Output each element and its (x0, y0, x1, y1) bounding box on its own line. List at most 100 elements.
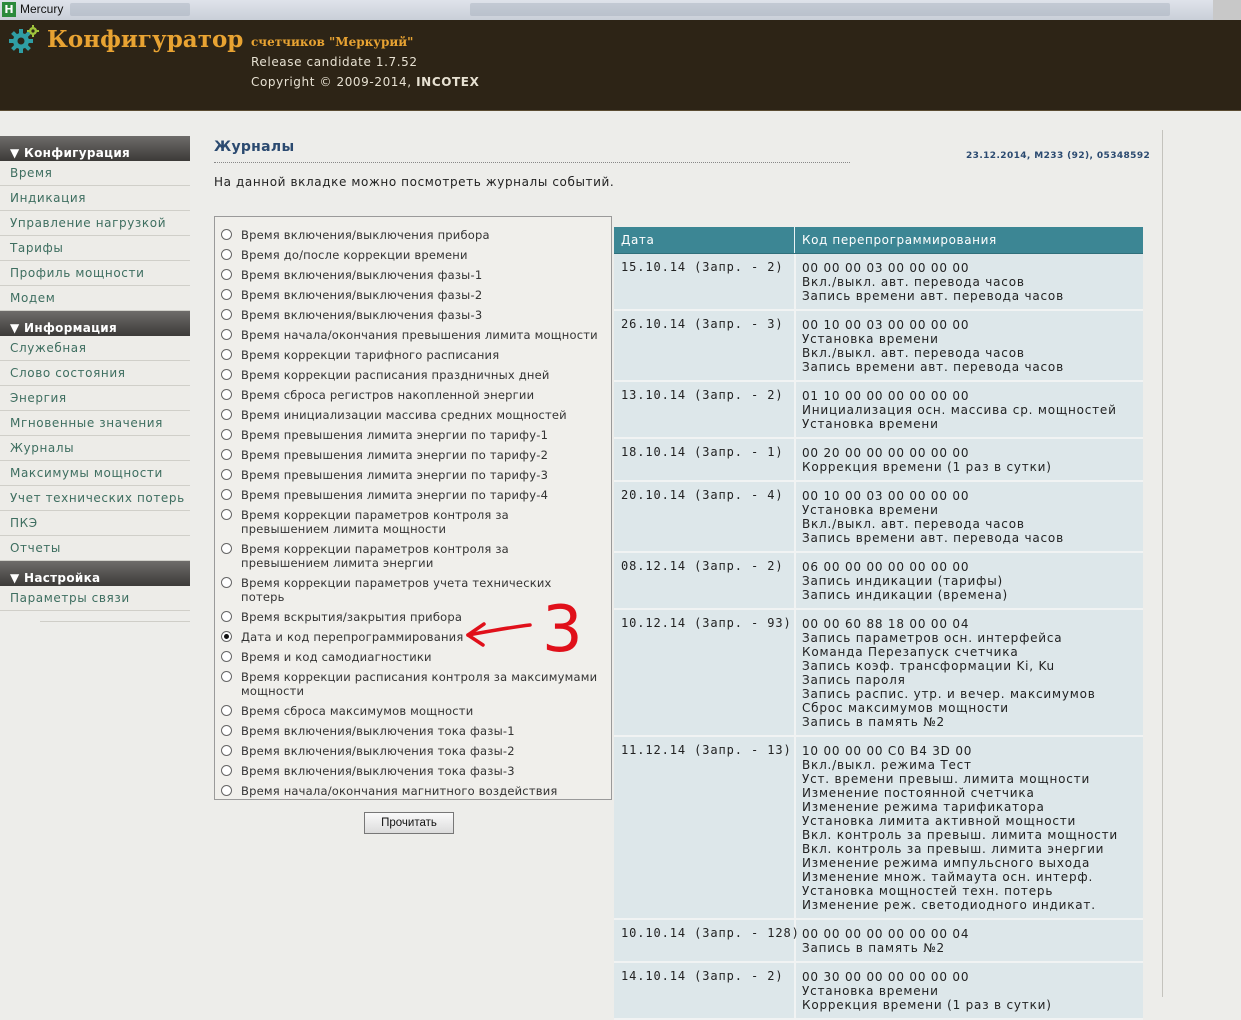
option-label: Время включения/выключения фазы-1 (241, 268, 483, 282)
app-subtitle: счетчиков "Меркурий" (251, 35, 414, 49)
sidebar-item-tariffs[interactable]: Тарифы (0, 236, 190, 261)
reprogramming-description: Изменение режима тарификатора (802, 800, 1045, 814)
sidebar: ▼ Конфигурация Время Индикация Управлени… (0, 136, 190, 622)
radio-button[interactable] (221, 765, 232, 776)
radio-button[interactable] (221, 509, 232, 520)
red-arrow-annotation: 3 (466, 593, 583, 658)
reprogramming-description: Сброс максимумов мощности (802, 701, 1009, 715)
sidebar-item-indication[interactable]: Индикация (0, 186, 190, 211)
reprogramming-description: Запись времени авт. перевода часов (802, 360, 1064, 374)
radio-button[interactable] (221, 409, 232, 420)
reprogramming-description: Запись пароля (802, 673, 906, 687)
sidebar-item-reports[interactable]: Отчеты (0, 536, 190, 561)
radio-button[interactable] (221, 611, 232, 622)
section-title: Конфигурация (24, 146, 131, 160)
row-codes: 00 10 00 03 00 00 00 00 Установка времени… (802, 482, 1143, 551)
radio-button[interactable] (221, 745, 232, 756)
sidebar-item-technical-losses[interactable]: Учет технических потерь (0, 486, 190, 511)
reprogramming-description: Коррекция времени (1 раз в сутки) (802, 460, 1052, 474)
reprogramming-description: Команда Перезапуск счетчика (802, 645, 1019, 659)
reprogramming-description: Вкл./выкл. авт. перевода часов (802, 346, 1025, 360)
radio-button[interactable] (221, 389, 232, 400)
sidebar-divider (40, 611, 190, 622)
radio-button[interactable] (221, 469, 232, 480)
sidebar-section-configuration[interactable]: ▼ Конфигурация (0, 136, 190, 161)
sidebar-item-instant-values[interactable]: Мгновенные значения (0, 411, 190, 436)
read-button[interactable]: Прочитать (364, 812, 454, 834)
row-codes: 06 00 00 00 00 00 00 00 Запись индикации … (802, 553, 1143, 608)
window-titlebar: H Mercury (0, 0, 1241, 21)
row-codes: 00 10 00 03 00 00 00 00 Установка времени… (802, 311, 1143, 380)
row-codes: 00 00 60 88 18 00 00 04 Запись параметров… (802, 610, 1143, 735)
sidebar-item-journals[interactable]: Журналы (0, 436, 190, 461)
radio-button[interactable] (221, 671, 232, 682)
table-body: 15.10.14 (Запр. - 2) 00 00 00 03 00 00 00… (614, 254, 1143, 1020)
reprogramming-description: Установка времени (802, 503, 939, 517)
section-title: Настройка (24, 571, 101, 585)
radio-button[interactable] (221, 229, 232, 240)
radio-button[interactable] (221, 249, 232, 260)
sidebar-section-settings[interactable]: ▼ Настройка (0, 561, 190, 586)
table-row: 26.10.14 (Запр. - 3) 00 10 00 03 00 00 00… (614, 311, 1143, 382)
radio-button[interactable] (221, 785, 232, 796)
option-label: Время инициализации массива средних мощн… (241, 408, 567, 422)
sidebar-item-status-word[interactable]: Слово состояния (0, 361, 190, 386)
radio-button[interactable] (221, 577, 232, 588)
radio-button[interactable] (221, 349, 232, 360)
sidebar-item-load-control[interactable]: Управление нагрузкой (0, 211, 190, 236)
table-row: 10.10.14 (Запр. - 128) 00 00 00 00 00 00 … (614, 920, 1143, 963)
option-label: Время включения/выключения фазы-3 (241, 308, 483, 322)
sidebar-item-power-maximums[interactable]: Максимумы мощности (0, 461, 190, 486)
sidebar-item-modem[interactable]: Модем (0, 286, 190, 311)
sidebar-item-connection-params[interactable]: Параметры связи (0, 586, 190, 611)
row-date: 10.10.14 (Запр. - 128) (621, 926, 800, 940)
reprogramming-code: 10 00 00 00 C0 B4 3D 00 (802, 744, 973, 758)
option-label: Время начала/окончания магнитного воздей… (241, 784, 558, 798)
option-label: Время начала/окончания превышения лимита… (241, 328, 598, 342)
meter-info: 23.12.2014, M233 (92), 05348592 (966, 151, 1151, 161)
option-label-continued: потерь (241, 590, 285, 604)
sidebar-item-service[interactable]: Служебная (0, 336, 190, 361)
option-label: Время и код самодиагностики (241, 650, 432, 664)
option-label: Время превышения лимита энергии по тариф… (241, 488, 549, 502)
page-title: Журналы (214, 139, 295, 155)
app-title: Конфигуратор (47, 26, 244, 53)
reprogramming-code: 00 20 00 00 00 00 00 00 (802, 446, 970, 460)
radio-button[interactable] (221, 725, 232, 736)
row-codes: 00 30 00 00 00 00 00 00 Установка времени… (802, 963, 1143, 1018)
reprogramming-description: Инициализация осн. массива ср. мощностей (802, 403, 1117, 417)
radio-button[interactable] (221, 429, 232, 440)
reprogramming-description: Запись в память №2 (802, 941, 945, 955)
reprogramming-description: Установка мощностей техн. потерь (802, 884, 1054, 898)
radio-button[interactable] (221, 489, 232, 500)
radio-button[interactable] (221, 543, 232, 554)
table-header: Дата Код перепрограммирования (614, 227, 1143, 254)
sidebar-section-information[interactable]: ▼ Информация (0, 311, 190, 336)
reprogramming-description: Установка времени (802, 984, 939, 998)
radio-button[interactable] (221, 705, 232, 716)
column-separator (794, 553, 796, 608)
row-codes: 00 20 00 00 00 00 00 00 Коррекция времени… (802, 439, 1143, 480)
sidebar-item-time[interactable]: Время (0, 161, 190, 186)
radio-button[interactable] (221, 449, 232, 460)
option-label: Время превышения лимита энергии по тариф… (241, 468, 549, 482)
reprogramming-description: Запись распис. утр. и вечер. максимумов (802, 687, 1096, 701)
window-close-button[interactable] (1213, 0, 1241, 20)
row-date: 15.10.14 (Запр. - 2) (621, 260, 784, 274)
radio-button-selected[interactable] (221, 631, 232, 642)
radio-button[interactable] (221, 289, 232, 300)
radio-button[interactable] (221, 369, 232, 380)
radio-button[interactable] (221, 329, 232, 340)
sidebar-item-power-profile[interactable]: Профиль мощности (0, 261, 190, 286)
radio-button[interactable] (221, 651, 232, 662)
column-separator (794, 382, 796, 437)
sidebar-item-pqe[interactable]: ПКЭ (0, 511, 190, 536)
reprogramming-description: Запись в память №2 (802, 715, 945, 729)
reprogramming-code: 00 00 60 88 18 00 00 04 (802, 617, 970, 631)
sidebar-item-energy[interactable]: Энергия (0, 386, 190, 411)
window-title: Mercury (20, 2, 64, 16)
radio-button[interactable] (221, 269, 232, 280)
option-label-continued: превышением лимита энергии (241, 556, 434, 570)
column-separator (794, 254, 796, 309)
radio-button[interactable] (221, 309, 232, 320)
